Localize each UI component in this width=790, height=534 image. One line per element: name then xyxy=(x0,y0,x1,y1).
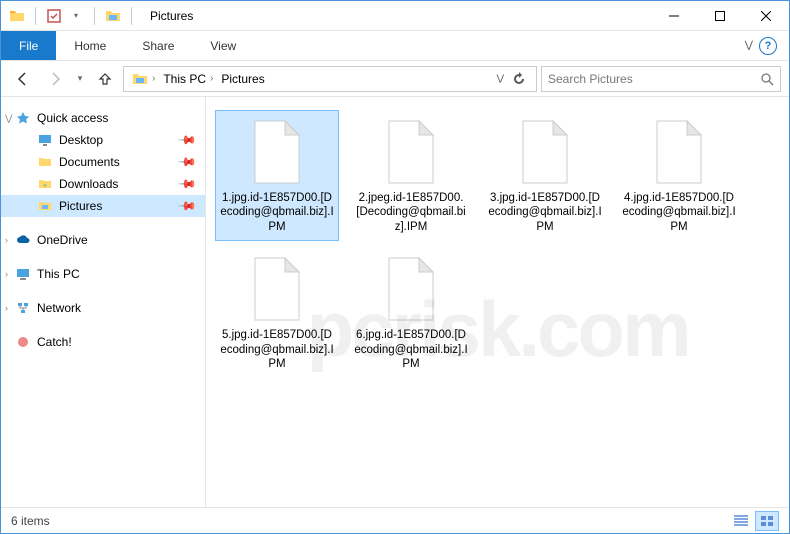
separator xyxy=(131,7,132,25)
file-item[interactable]: 4.jpg.id-1E857D00.[Decoding@qbmail.biz].… xyxy=(618,111,740,240)
back-button[interactable] xyxy=(9,65,37,93)
breadcrumb-label: This PC xyxy=(163,72,206,86)
folder-icon xyxy=(9,8,25,24)
details-view-button[interactable] xyxy=(729,511,753,531)
recent-locations-button[interactable]: ▾ xyxy=(73,65,87,93)
network-icon xyxy=(15,300,31,316)
properties-icon[interactable] xyxy=(46,8,62,24)
pictures-folder-icon xyxy=(105,8,121,24)
sidebar-catch[interactable]: Catch! xyxy=(1,331,205,353)
help-icon[interactable]: ? xyxy=(759,37,777,55)
desktop-icon xyxy=(37,132,53,148)
star-icon xyxy=(15,110,31,126)
breadcrumb-item[interactable]: Pictures xyxy=(217,72,268,86)
item-count: 6 items xyxy=(11,514,50,528)
sidebar-item-label: Pictures xyxy=(59,199,102,213)
sidebar-item-label: Network xyxy=(37,301,81,315)
file-item[interactable]: 6.jpg.id-1E857D00.[Decoding@qbmail.biz].… xyxy=(350,248,472,377)
maximize-button[interactable] xyxy=(697,1,743,31)
pin-icon: 📌 xyxy=(177,174,197,194)
chevron-right-icon[interactable]: › xyxy=(152,73,155,84)
sidebar-item-label: Documents xyxy=(59,155,120,169)
file-name-label: 4.jpg.id-1E857D00.[Decoding@qbmail.biz].… xyxy=(622,191,736,234)
chevron-down-icon[interactable]: ⋁ xyxy=(5,113,12,124)
search-icon[interactable] xyxy=(760,72,774,86)
sidebar-item-downloads[interactable]: Downloads 📌 xyxy=(1,173,205,195)
sidebar-network[interactable]: › Network xyxy=(1,297,205,319)
file-icon xyxy=(376,117,446,187)
tab-home[interactable]: Home xyxy=(56,31,124,60)
pin-icon: 📌 xyxy=(177,130,197,150)
statusbar: 6 items xyxy=(1,507,789,533)
file-item[interactable]: 1.jpg.id-1E857D00.[Decoding@qbmail.biz].… xyxy=(216,111,338,240)
sidebar-item-label: This PC xyxy=(37,267,80,281)
file-name-label: 2.jpeg.id-1E857D00.[Decoding@qbmail.biz]… xyxy=(354,191,468,234)
sidebar-item-label: OneDrive xyxy=(37,233,88,247)
file-icon xyxy=(242,254,312,324)
tab-share[interactable]: Share xyxy=(124,31,192,60)
sidebar-item-label: Quick access xyxy=(37,111,108,125)
file-item[interactable]: 2.jpeg.id-1E857D00.[Decoding@qbmail.biz]… xyxy=(350,111,472,240)
file-name-label: 5.jpg.id-1E857D00.[Decoding@qbmail.biz].… xyxy=(220,328,334,371)
window-title: Pictures xyxy=(144,9,193,23)
breadcrumb-label: Pictures xyxy=(221,72,264,86)
sidebar-item-label: Catch! xyxy=(37,335,72,349)
file-item[interactable]: 5.jpg.id-1E857D00.[Decoding@qbmail.biz].… xyxy=(216,248,338,377)
folder-icon xyxy=(37,198,53,214)
dropdown-icon[interactable]: ⋁ xyxy=(497,73,504,84)
address-bar[interactable]: › This PC › Pictures ⋁ xyxy=(123,66,537,92)
navigation-pane: ⋁ Quick access Desktop 📌 Documents 📌 xyxy=(1,97,206,507)
refresh-icon[interactable] xyxy=(512,72,526,86)
window-controls xyxy=(651,1,789,31)
sidebar-onedrive[interactable]: › OneDrive xyxy=(1,229,205,251)
catch-icon xyxy=(15,334,31,350)
tab-view[interactable]: View xyxy=(192,31,254,60)
pin-icon: 📌 xyxy=(177,196,197,216)
file-icon xyxy=(242,117,312,187)
sidebar-item-label: Downloads xyxy=(59,177,118,191)
body-area: ⋁ Quick access Desktop 📌 Documents 📌 xyxy=(1,97,789,507)
sidebar-item-documents[interactable]: Documents 📌 xyxy=(1,151,205,173)
forward-button[interactable] xyxy=(41,65,69,93)
chevron-down-icon[interactable]: ▾ xyxy=(68,8,84,24)
breadcrumb-item[interactable]: This PC › xyxy=(159,72,217,86)
minimize-button[interactable] xyxy=(651,1,697,31)
sidebar-quick-access[interactable]: ⋁ Quick access xyxy=(1,107,205,129)
search-input[interactable]: Search Pictures xyxy=(541,66,781,92)
pin-icon: 📌 xyxy=(177,152,197,172)
file-icon xyxy=(510,117,580,187)
computer-icon xyxy=(15,266,31,282)
navbar: ▾ › This PC › Pictures ⋁ Search Pictures xyxy=(1,61,789,97)
close-button[interactable] xyxy=(743,1,789,31)
file-list[interactable]: pcrisk.com 1.jpg.id-1E857D00.[Decoding@q… xyxy=(206,97,789,507)
sidebar-thispc[interactable]: › This PC xyxy=(1,263,205,285)
breadcrumb-root-icon[interactable]: › xyxy=(128,71,159,87)
chevron-right-icon[interactable]: › xyxy=(5,269,8,279)
file-icon xyxy=(644,117,714,187)
expand-ribbon-icon[interactable]: ⋁ xyxy=(745,40,753,51)
sidebar-item-pictures[interactable]: Pictures 📌 xyxy=(1,195,205,217)
up-button[interactable] xyxy=(91,65,119,93)
chevron-right-icon[interactable]: › xyxy=(5,303,8,313)
file-name-label: 6.jpg.id-1E857D00.[Decoding@qbmail.biz].… xyxy=(354,328,468,371)
file-name-label: 3.jpg.id-1E857D00.[Decoding@qbmail.biz].… xyxy=(488,191,602,234)
file-item[interactable]: 3.jpg.id-1E857D00.[Decoding@qbmail.biz].… xyxy=(484,111,606,240)
icons-view-button[interactable] xyxy=(755,511,779,531)
sidebar-item-desktop[interactable]: Desktop 📌 xyxy=(1,129,205,151)
search-placeholder: Search Pictures xyxy=(548,72,633,86)
titlebar: ▾ Pictures xyxy=(1,1,789,31)
quick-access-toolbar: ▾ xyxy=(1,7,144,25)
separator xyxy=(94,7,95,25)
cloud-icon xyxy=(15,232,31,248)
separator xyxy=(35,7,36,25)
file-icon xyxy=(376,254,446,324)
folder-icon xyxy=(37,176,53,192)
chevron-right-icon[interactable]: › xyxy=(5,235,8,245)
sidebar-item-label: Desktop xyxy=(59,133,103,147)
ribbon: File Home Share View ⋁ ? xyxy=(1,31,789,61)
chevron-right-icon[interactable]: › xyxy=(210,73,213,84)
folder-icon xyxy=(37,154,53,170)
file-name-label: 1.jpg.id-1E857D00.[Decoding@qbmail.biz].… xyxy=(220,191,334,234)
file-tab[interactable]: File xyxy=(1,31,56,60)
